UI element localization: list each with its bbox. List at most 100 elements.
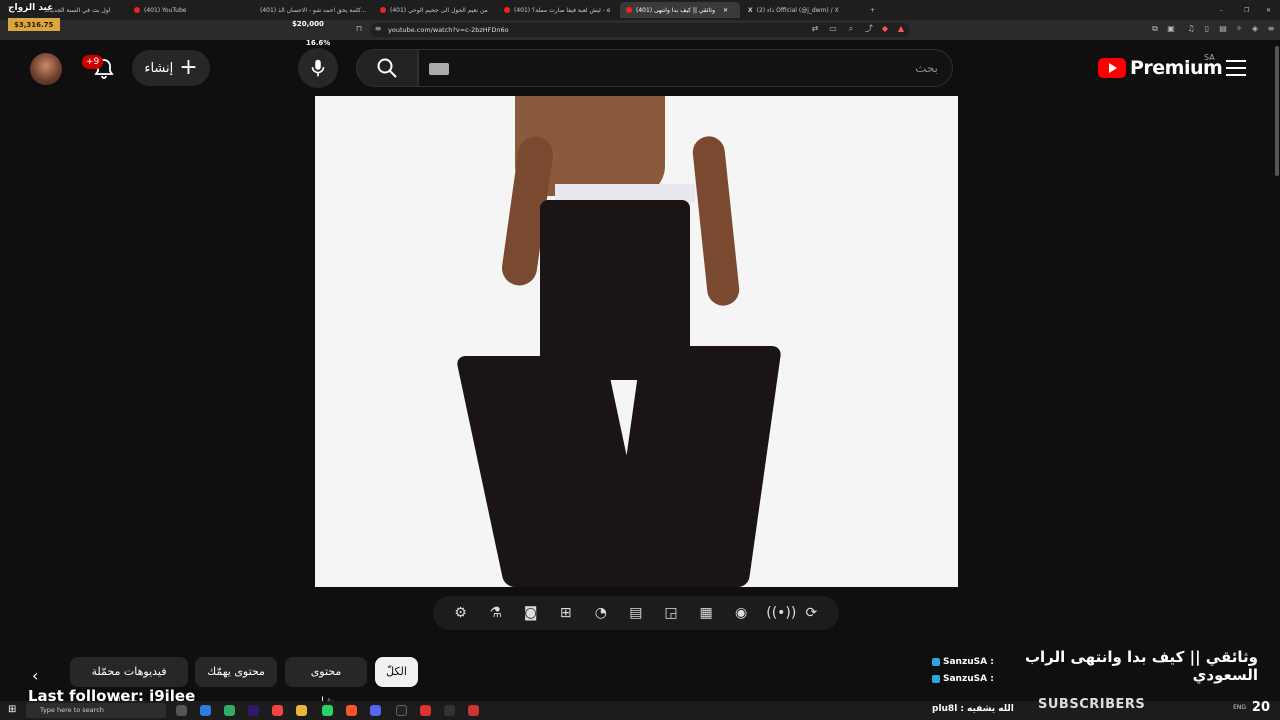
app-icon[interactable] (420, 705, 431, 716)
speed-icon[interactable]: ◔ (591, 603, 611, 623)
camera-icon[interactable]: ◙ (521, 603, 541, 623)
chrome-icon[interactable] (272, 705, 283, 716)
twitch-icon (932, 658, 940, 666)
share-icon[interactable]: ⤴ (864, 24, 874, 34)
tab-label: (401) وثائقي || كيف بدا وانتهى (636, 6, 715, 14)
video-player[interactable] (315, 96, 958, 587)
minimize-icon[interactable]: – (1214, 2, 1228, 18)
close-window-icon[interactable]: ✕ (1260, 2, 1274, 18)
browser-tab[interactable]: X (2) ذاء Official (@j_dwm) / X (742, 2, 862, 18)
broadcast-icon[interactable]: ((•)) (766, 603, 796, 623)
downloads-icon[interactable]: ▤ (1218, 24, 1228, 34)
taskbar-search-placeholder: Type here to search (40, 706, 104, 714)
chip-label: محتوى يهمّك (207, 665, 265, 678)
bookmark-icon[interactable]: ⊓ (354, 24, 364, 34)
site-info-icon[interactable]: ≡ (373, 24, 383, 34)
video-figure-leg (608, 346, 782, 587)
subtitles-icon[interactable]: ▤ (626, 603, 646, 623)
translate-icon[interactable]: ⇄ (810, 24, 820, 34)
chip-similar[interactable]: محتوى مشابه (285, 657, 367, 708)
taskbar-language[interactable]: ENG (1233, 704, 1246, 711)
subscriber-count-overlay: 20 (1251, 700, 1270, 715)
chat-user: SanzuSA : (943, 674, 994, 684)
brave-shield-icon[interactable]: ◆ (880, 24, 890, 34)
scrollbar-thumb[interactable] (1275, 46, 1279, 176)
close-icon[interactable]: ✕ (723, 7, 728, 14)
chat-message: SanzuSA : (932, 657, 994, 667)
browser-tab-active[interactable]: (401) وثائقي || كيف بدا وانتهى ✕ (620, 2, 740, 18)
chevron-left-icon[interactable]: ‹ (32, 666, 38, 685)
windows-start-icon[interactable]: ⊞ (8, 704, 16, 715)
tab-label: (401) YouTube (144, 6, 187, 14)
logo-country-code: SA (1204, 53, 1215, 62)
video-title: وثائقي || كيف بدا وانتهى الراب السعودي (1024, 648, 1258, 684)
sidebar-icon[interactable]: ▣ (1166, 24, 1176, 34)
app-icon[interactable] (444, 705, 455, 716)
create-button[interactable]: إنشاء + (132, 50, 210, 86)
tab-label: اول بث في السنة الجديدة (46, 6, 111, 14)
page-scrollbar[interactable] (1274, 40, 1280, 180)
premiere-icon[interactable] (248, 705, 259, 716)
discord-icon[interactable] (370, 705, 381, 716)
video-figure-arm (691, 134, 741, 308)
new-tab-button[interactable]: + (864, 2, 878, 18)
menu-icon[interactable]: ≡ (1266, 24, 1276, 34)
chip-for-you[interactable]: محتوى يهمّك (195, 657, 277, 687)
chat-message: SanzuSA : (932, 674, 994, 684)
subscribers-overlay: SUBSCRIBERS (1038, 697, 1146, 712)
panel-icon[interactable]: ▯ (1202, 24, 1212, 34)
app-icon[interactable] (468, 705, 479, 716)
youtube-favicon-icon (626, 7, 632, 13)
x-logo-icon: X (748, 6, 753, 14)
gear-icon[interactable]: ⚙ (451, 603, 471, 623)
browser-address-bar: ⊓ youtube.com/watch?v=c-2bzHFDn6o ≡ ⇄ ▭ … (0, 20, 1280, 40)
folder-icon[interactable] (296, 705, 307, 716)
reader-icon[interactable]: ▭ (828, 24, 838, 34)
zoom-icon[interactable]: ⌕ (846, 24, 856, 34)
wallet-icon[interactable]: ◈ (1250, 24, 1260, 34)
chip-recently-uploaded[interactable]: فيديوهات محمّلة حديثًا (70, 657, 188, 708)
browser-tab[interactable]: (401) من نعيم الجول الى جحيم الوحي (374, 2, 496, 18)
hamburger-menu-button[interactable] (1226, 60, 1246, 76)
leo-icon[interactable]: ✧ (1234, 24, 1244, 34)
donation-percent: 16.6% (306, 39, 331, 47)
browser-tab[interactable]: (401) YouTube (128, 2, 248, 18)
media-icon[interactable]: ♫ (1186, 24, 1196, 34)
browser-tab[interactable]: (401) كلمة يحق احمد شو - الاحسان الذ... (250, 2, 372, 18)
chip-all[interactable]: الكلّ (375, 657, 418, 687)
brave-icon[interactable] (346, 705, 357, 716)
add-clip-icon[interactable]: ⊞ (556, 603, 576, 623)
pip-icon[interactable]: ◲ (661, 603, 681, 623)
search-placeholder: بحث (915, 61, 938, 75)
obs-icon[interactable] (396, 705, 407, 716)
voice-search-button[interactable] (298, 48, 338, 88)
url-text: youtube.com/watch?v=c-2bzHFDn6o (388, 26, 509, 34)
tab-label: (401) من نعيم الجول الى جحيم الوحي (390, 6, 488, 14)
search-icon (377, 58, 397, 78)
plus-icon: + (179, 55, 198, 80)
taskbar-search-input[interactable]: Type here to search (26, 703, 166, 718)
notification-badge: +9 (82, 55, 104, 69)
search-input[interactable]: بحث (418, 49, 953, 87)
youtube-favicon-icon (134, 7, 140, 13)
browser-tab[interactable]: (401) ليش لعبة فيفا صارت مملة؟ - e (498, 2, 618, 18)
whatsapp-icon[interactable] (322, 705, 333, 716)
watch-later-icon[interactable]: ◉ (731, 603, 751, 623)
flask-icon[interactable]: ⚗ (486, 603, 506, 623)
keyboard-icon[interactable] (429, 63, 449, 75)
restore-icon[interactable]: ❐ (1238, 2, 1252, 18)
clapper-icon[interactable]: ▦ (696, 603, 716, 623)
tab-label: (401) ليش لعبة فيفا صارت مملة؟ - e (514, 6, 611, 14)
edge-icon[interactable] (200, 705, 211, 716)
chat-user: plu8l : (932, 704, 965, 714)
youtube-play-icon (1098, 58, 1126, 78)
search-button[interactable] (356, 49, 418, 87)
avatar[interactable] (30, 53, 62, 85)
create-label: إنشاء (144, 60, 174, 76)
rewards-icon[interactable]: ▲ (896, 24, 906, 34)
extensions-icon[interactable]: ⧉ (1150, 24, 1160, 34)
youtube-favicon-icon (504, 7, 510, 13)
loop-icon[interactable]: ⟳ (801, 603, 821, 623)
task-view-icon[interactable] (176, 705, 187, 716)
store-icon[interactable] (224, 705, 235, 716)
